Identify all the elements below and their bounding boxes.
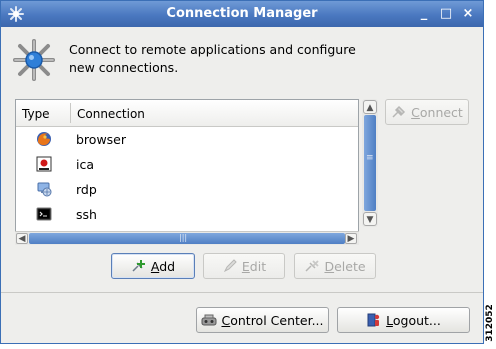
scroll-up-icon[interactable]: ▲	[363, 100, 377, 114]
control-center-icon	[201, 314, 217, 326]
list-item-label: ica	[76, 157, 95, 172]
edit-icon	[223, 259, 237, 273]
window-title: Connection Manager	[166, 6, 318, 21]
scroll-left-icon[interactable]: ◀	[16, 233, 28, 244]
header-description: Connect to remote applications and confi…	[69, 42, 356, 75]
vertical-scroll-thumb[interactable]: ≡	[364, 115, 376, 211]
logout-button[interactable]: Logout...	[337, 307, 470, 333]
list-item-label: rdp	[76, 182, 97, 197]
list-item-label: browser	[76, 132, 127, 147]
list-item-ica[interactable]: ica	[16, 152, 358, 177]
terminal-icon	[36, 207, 52, 221]
close-button[interactable]: ×	[459, 5, 477, 23]
connection-manager-window: Connection Manager _ □ × Connect to remo…	[0, 0, 484, 344]
add-icon	[132, 260, 145, 272]
logout-icon	[367, 313, 380, 327]
delete-button[interactable]: Delete	[294, 253, 376, 279]
horizontal-scrollbar[interactable]: ◀ ||| ▶	[15, 231, 359, 245]
add-button[interactable]: Add	[111, 253, 195, 279]
horizontal-scroll-thumb[interactable]: |||	[29, 233, 345, 244]
connection-list[interactable]: Type Connection browser ica rdp ssh	[15, 99, 359, 245]
grip-icon: |||	[179, 233, 188, 242]
connect-plug-icon	[392, 105, 406, 118]
delete-icon	[305, 260, 320, 272]
scroll-down-icon[interactable]: ▼	[363, 212, 377, 226]
ica-icon	[36, 156, 52, 172]
edit-button[interactable]: Edit	[203, 253, 285, 279]
list-item-rdp[interactable]: rdp	[16, 177, 358, 202]
firefox-icon	[37, 132, 51, 146]
grip-icon: ≡	[366, 153, 374, 163]
logout-label: Logout...	[386, 312, 441, 328]
title-bar[interactable]: Connection Manager _ □ ×	[1, 1, 483, 27]
list-item-browser[interactable]: browser	[16, 127, 358, 152]
maximize-button[interactable]: □	[437, 5, 455, 23]
add-label: Add	[150, 258, 176, 274]
scroll-right-icon[interactable]: ▶	[345, 233, 357, 244]
column-header-connection[interactable]: Connection	[77, 107, 145, 121]
column-header-type[interactable]: Type	[22, 107, 50, 121]
control-center-button[interactable]: Control Center...	[196, 307, 329, 333]
figure-id: 312052	[484, 296, 496, 348]
delete-label: Delete	[324, 258, 366, 274]
rdp-icon	[37, 182, 52, 197]
figure-id-label: 312052	[485, 304, 495, 342]
separator	[1, 292, 483, 293]
column-divider[interactable]	[70, 103, 71, 123]
list-item-label: ssh	[76, 207, 97, 222]
vertical-scrollbar[interactable]: ▲ ≡ ▼	[362, 99, 378, 227]
connect-button[interactable]: Connect	[385, 99, 469, 125]
list-header: Type Connection	[16, 100, 358, 127]
list-item-ssh[interactable]: ssh	[16, 202, 358, 227]
minimize-button[interactable]: _	[415, 5, 433, 23]
connection-hub-icon	[13, 39, 55, 81]
control-center-label: Control Center...	[221, 312, 324, 328]
edit-label: Edit	[241, 258, 267, 274]
connect-label: Connect	[411, 104, 463, 120]
